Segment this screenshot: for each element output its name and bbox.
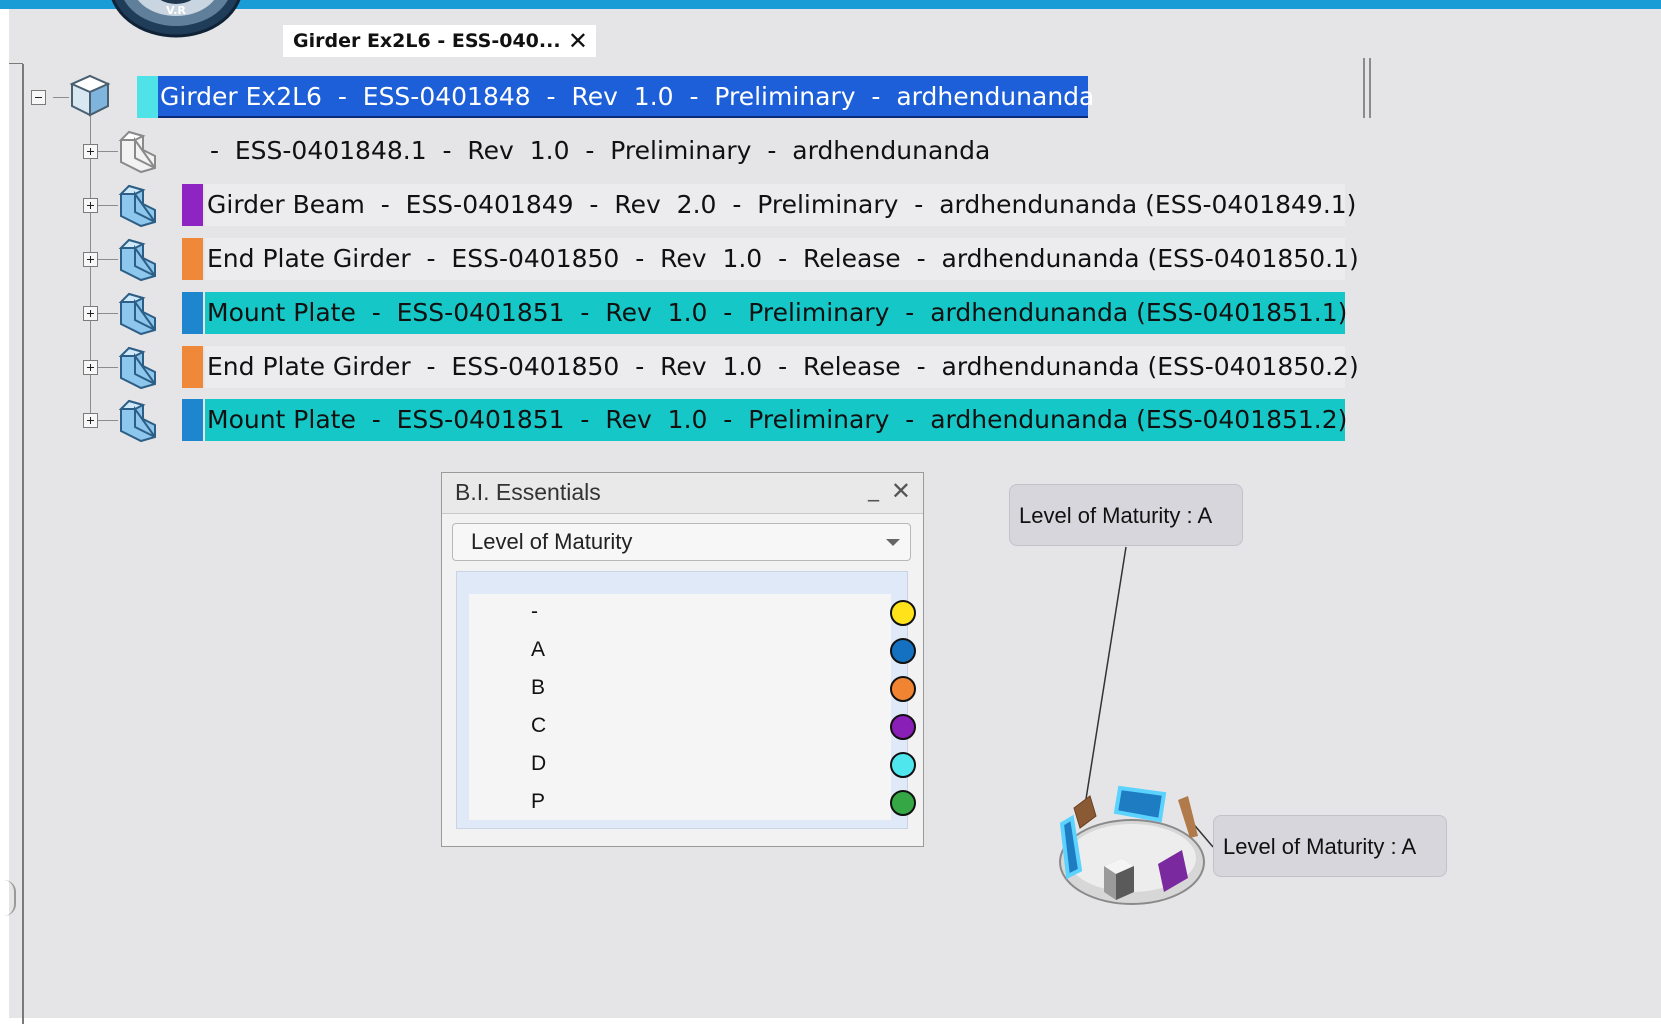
part-icon	[118, 399, 156, 443]
tree-row[interactable]: End Plate Girder - ESS-0401850 - Rev 1.0…	[205, 346, 1359, 388]
tree-connector	[53, 97, 69, 98]
scroll-marker[interactable]	[1363, 58, 1371, 118]
part-icon	[118, 346, 156, 390]
legend-row[interactable]: B	[469, 670, 916, 708]
tree-collapse-icon[interactable]	[31, 90, 46, 105]
window-top-strip	[0, 0, 1661, 9]
maturity-color-tag	[182, 238, 203, 280]
legend-color-dot	[890, 790, 916, 816]
dropdown-value: Level of Maturity	[471, 529, 633, 554]
legend-list-body: - A B C D P	[469, 594, 916, 822]
legend-list: - A B C D P	[456, 571, 916, 829]
legend-row[interactable]: P	[469, 784, 916, 822]
product-icon	[69, 74, 111, 117]
tree-row[interactable]: - ESS-0401848.1 - Rev 1.0 - Preliminary …	[200, 130, 990, 172]
tree-row[interactable]: End Plate Girder - ESS-0401850 - Rev 1.0…	[205, 238, 1359, 280]
legend-color-dot	[890, 752, 916, 778]
legend-row[interactable]: -	[469, 594, 916, 632]
maturity-callout[interactable]: Level of Maturity : A	[1009, 484, 1243, 546]
maturity-color-tag	[182, 184, 203, 226]
document-tab[interactable]: Girder Ex2L6 - ESS-040... ✕	[283, 25, 596, 57]
legend-color-dot	[890, 600, 916, 626]
panel-title: B.I. Essentials	[455, 479, 601, 505]
dropdown-arrow-icon	[886, 539, 900, 546]
tree-expand-icon[interactable]	[83, 306, 98, 321]
tree-expand-icon[interactable]	[83, 198, 98, 213]
close-icon[interactable]: ✕	[891, 477, 911, 505]
compass-label: V.R	[166, 4, 186, 17]
criteria-dropdown[interactable]: Level of Maturity	[452, 523, 911, 561]
maturity-color-tag	[182, 346, 203, 388]
legend-color-dot	[890, 638, 916, 664]
bottom-border	[0, 1018, 1661, 1024]
tree-root-rule	[22, 64, 24, 1024]
left-border	[0, 9, 9, 1024]
root-color-tag	[137, 76, 158, 118]
legend-label: -	[531, 600, 538, 623]
tree-expand-icon[interactable]	[83, 413, 98, 428]
tree-expand-icon[interactable]	[83, 252, 98, 267]
tree-row-highlighted[interactable]: Mount Plate - ESS-0401851 - Rev 1.0 - Pr…	[205, 292, 1347, 334]
legend-label: D	[531, 752, 547, 775]
legend-label: A	[531, 638, 546, 661]
tree-row-root[interactable]: Girder Ex2L6 - ESS-0401848 - Rev 1.0 - P…	[158, 76, 1094, 118]
maturity-callout[interactable]: Level of Maturity : A	[1213, 815, 1447, 877]
maturity-color-tag	[182, 399, 203, 441]
tree-row-highlighted[interactable]: Mount Plate - ESS-0401851 - Rev 1.0 - Pr…	[205, 399, 1347, 441]
minimize-icon[interactable]: _	[868, 477, 879, 502]
legend-row[interactable]: D	[469, 746, 916, 784]
legend-label: C	[531, 714, 547, 737]
bi-essentials-panel: B.I. Essentials _ ✕ Level of Maturity - …	[441, 472, 924, 847]
tree-row[interactable]: Girder Beam - ESS-0401849 - Rev 2.0 - Pr…	[205, 184, 1356, 226]
part-icon-grey	[118, 130, 156, 174]
legend-row[interactable]: C	[469, 708, 916, 746]
legend-label: P	[531, 790, 546, 813]
panel-titlebar[interactable]: B.I. Essentials _ ✕	[442, 473, 923, 514]
part-icon	[118, 238, 156, 282]
compass-icon[interactable]: V.R	[108, 0, 244, 46]
tab-close-icon[interactable]: ✕	[568, 29, 588, 53]
legend-color-dot	[890, 676, 916, 702]
3d-model-view[interactable]	[1052, 780, 1212, 920]
tree-expand-icon[interactable]	[83, 360, 98, 375]
part-icon	[118, 184, 156, 228]
splitter-handle[interactable]	[4, 880, 16, 916]
legend-label: B	[531, 676, 546, 699]
tree-root-tick	[9, 63, 23, 64]
tree-expand-icon[interactable]	[83, 144, 98, 159]
maturity-color-tag	[182, 292, 203, 334]
part-icon	[118, 292, 156, 336]
legend-row[interactable]: A	[469, 632, 916, 670]
document-tab-title: Girder Ex2L6 - ESS-040...	[293, 30, 561, 52]
legend-color-dot	[890, 714, 916, 740]
